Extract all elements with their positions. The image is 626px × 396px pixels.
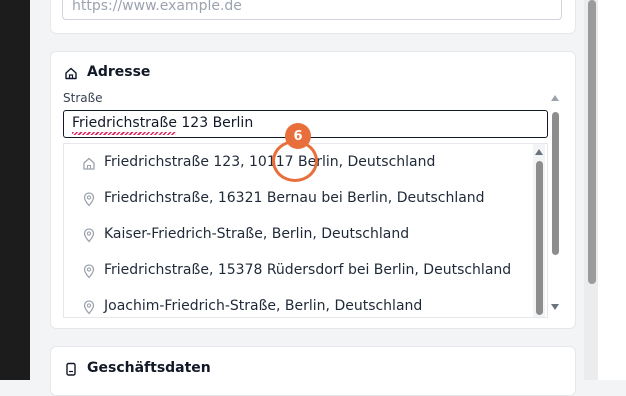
suggestion-text: Friedrichstraße, 15378 Rüdersdorf bei Be… — [104, 262, 512, 278]
house-icon — [83, 157, 95, 170]
suggestion-item[interactable]: Kaiser-Friedrich-Straße, Berlin, Deutsch… — [64, 217, 534, 253]
street-label: Straße — [63, 91, 103, 105]
map-pin-icon — [83, 300, 95, 315]
map-pin-icon — [83, 192, 95, 207]
suggestion-item[interactable]: Joachim-Friedrich-Straße, Berlin, Deutsc… — [64, 289, 534, 317]
page-scrollbar-thumb[interactable] — [588, 0, 596, 284]
left-window-edge — [0, 0, 30, 380]
card-scroll-up-arrow[interactable] — [551, 95, 559, 101]
suggestion-text: Joachim-Friedrich-Straße, Berlin, Deutsc… — [104, 298, 423, 314]
map-pin-icon — [83, 264, 95, 279]
suggestion-text: Friedrichstraße 123, 10117 Berlin, Deuts… — [104, 154, 436, 170]
map-pin-icon — [83, 228, 95, 243]
house-icon — [65, 67, 77, 80]
right-gutter — [598, 0, 626, 380]
card-scroll-down-arrow[interactable] — [551, 304, 559, 310]
website-placeholder: https://www.example.de — [72, 0, 242, 14]
suggestion-text: Friedrichstraße, 16321 Bernau bei Berlin… — [104, 190, 485, 206]
step-marker-badge: 6 — [285, 123, 311, 149]
spellcheck-underline — [72, 132, 176, 135]
business-title: Geschäftsdaten — [87, 360, 211, 376]
suggestion-text: Kaiser-Friedrich-Straße, Berlin, Deutsch… — [104, 226, 410, 242]
suggestion-item[interactable]: Friedrichstraße, 15378 Rüdersdorf bei Be… — [64, 253, 534, 289]
dropdown-scrollbar-thumb[interactable] — [536, 161, 543, 315]
street-input-value[interactable]: Friedrichstraße 123 Berlin — [72, 115, 253, 131]
address-title: Adresse — [87, 64, 151, 80]
card-scrollbar-thumb[interactable] — [552, 112, 559, 255]
dropdown-scroll-up-arrow[interactable] — [535, 149, 543, 155]
suggestion-item[interactable]: Friedrichstraße, 16321 Bernau bei Berlin… — [64, 181, 534, 217]
receipt-icon — [66, 362, 76, 376]
